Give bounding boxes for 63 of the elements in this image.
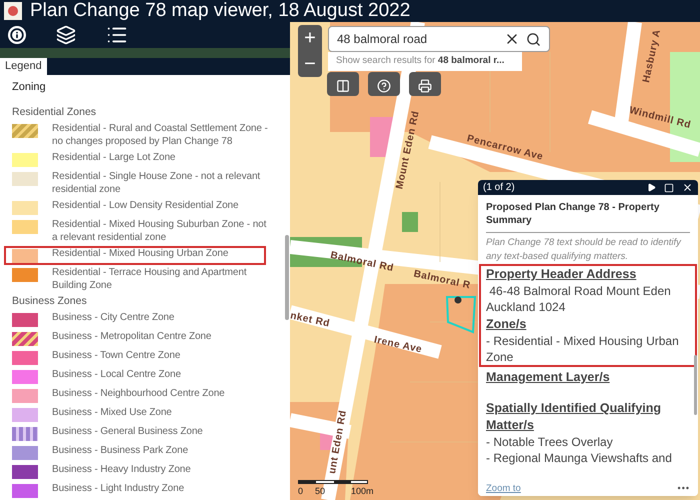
logo-icon (4, 2, 22, 20)
street-label: Hasbury A (640, 28, 664, 84)
print-button[interactable] (409, 72, 441, 96)
legend-label: Residential - Low Density Residential Zone (52, 200, 240, 212)
maximize-icon[interactable] (664, 182, 674, 192)
info-icon[interactable] (8, 26, 26, 44)
legend-group-title: Residential Zones (12, 105, 98, 119)
search-value: 48 balmoral road (337, 31, 428, 48)
street-label: Balmoral Rd (328, 248, 396, 276)
street-label: Balmoral R (412, 268, 472, 294)
split-view-button[interactable] (327, 72, 359, 96)
street-label: nket Rd (290, 309, 332, 332)
legend-label: Residential - Single House Zone - not a relevant residential zone (52, 171, 262, 196)
legend-label: Residential - Large Lot Zone (52, 152, 176, 164)
layers-icon[interactable] (56, 24, 76, 45)
section-text: - Regional Maunga Viewshafts and (486, 450, 673, 466)
legend-group-title: Business Zones (12, 294, 88, 308)
legend-label: Business - General Business Zone (52, 426, 204, 438)
legend-label: Business - Town Centre Zone (52, 350, 182, 362)
legend-label: Business - Local Centre Zone (52, 369, 182, 382)
zoom-in-button[interactable]: + (298, 25, 322, 51)
printer-icon (418, 79, 432, 93)
legend-label: Residential - Terrace Housing and Apartment Building Zone (52, 267, 248, 292)
search-field[interactable]: 48 balmoral road (328, 26, 550, 52)
legend-label: Residential - Mixed Housing Suburban Zone - not a relevant residential zone (52, 219, 268, 244)
scale-bar (298, 480, 368, 484)
legend-tab[interactable]: Legend (0, 58, 47, 74)
section-text: - Notable Trees Overlay (486, 434, 614, 450)
legend-label: Business - Mixed Use Zone (52, 407, 173, 420)
help-icon (377, 79, 391, 93)
next-icon[interactable] (647, 183, 656, 192)
section-text: 46-48 Balmoral Road Mount Eden Auckland 1024 (486, 283, 672, 315)
legend-label: Business - Heavy Industry Zone (52, 464, 192, 476)
window-title: Plan Change 78 map viewer, 18 August 2022 (30, 1, 410, 21)
legend-label: Business - Light Industry Zone (52, 483, 186, 496)
split-panel-icon (336, 79, 350, 93)
search-icon[interactable] (526, 32, 541, 46)
scale-label: 0 (298, 486, 304, 496)
legend-heading: Zoning (12, 80, 47, 94)
more-button[interactable]: ••• (678, 482, 690, 496)
popup-counter: (1 of 2) (483, 181, 516, 195)
popup-note: Plan Change 78 text should be read to identify any text-based qualifying matters. (486, 236, 682, 264)
section-heading: Management Layer/s (486, 369, 611, 386)
section-heading: Zone/s (486, 316, 528, 333)
scale-label: 100m (351, 486, 374, 496)
legend-label: Residential - Rural and Coastal Settlement Zone - no changes proposed by Plan Change 78 (52, 123, 269, 148)
section-heading: Spatially Identified Qualifying Matter/s (486, 400, 662, 434)
legend-label: Business - Business Park Zone (52, 445, 190, 458)
zoom-out-button[interactable]: − (298, 51, 322, 77)
search-suggestion[interactable]: Show search results for 48 balmoral r... (328, 52, 522, 71)
close-icon[interactable] (682, 182, 693, 193)
scrollbar (694, 355, 697, 415)
street-label: unt Eden Rd (326, 409, 350, 475)
help-button[interactable] (368, 72, 400, 96)
legend-label: Business - Neighbourhood Centre Zone (52, 388, 226, 400)
legend-label: Business - Metropolitan Centre Zone (52, 331, 212, 344)
popup-title: Proposed Plan Change 78 - Property Summary (486, 201, 690, 233)
section-heading: Property Header Address (486, 266, 638, 283)
legend-label: Business - City Centre Zone (52, 312, 176, 324)
street-label: Mount Eden Rd (393, 109, 423, 191)
legend-label: Residential - Mixed Housing Urban Zone (52, 248, 230, 260)
section-text: - Residential - Mixed Housing Urban Zone (486, 333, 680, 365)
street-label: Irene Ave (372, 334, 424, 358)
